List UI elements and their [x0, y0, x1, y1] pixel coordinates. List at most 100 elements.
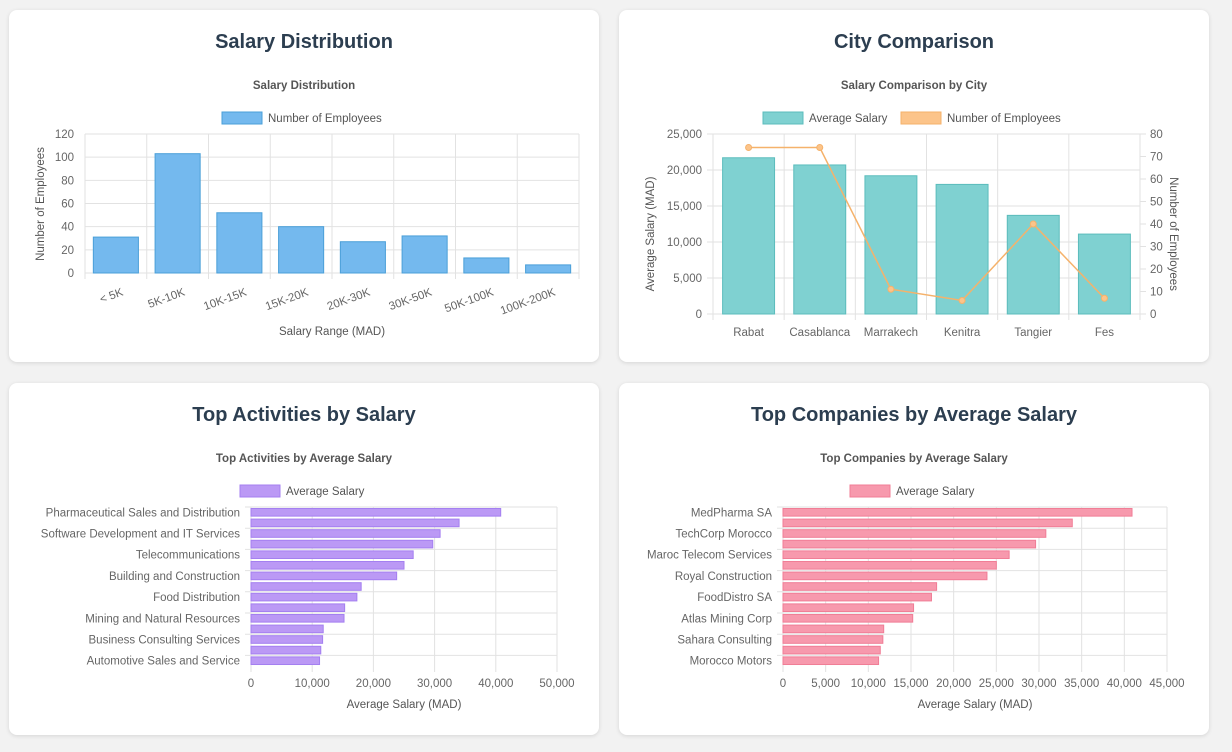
y2-tick-label: 10	[1150, 287, 1163, 299]
bar	[782, 507, 1133, 517]
x-tick-label: 40,000	[478, 678, 513, 690]
chart-legend[interactable]: Average Salary	[239, 484, 365, 498]
bar	[935, 183, 989, 315]
legend-swatch	[849, 484, 891, 498]
line-point	[887, 285, 895, 293]
y2-tick-label: 60	[1150, 174, 1163, 186]
chart-title: Top Activities by Average Salary	[216, 453, 393, 465]
bar	[250, 582, 362, 591]
bar	[216, 212, 263, 274]
y2-tick-label: 0	[1150, 309, 1156, 321]
x-tick-label: Tangier	[1014, 327, 1052, 339]
y-tick-label: 0	[68, 268, 74, 280]
x-tick-label: 35,000	[1064, 678, 1099, 690]
x-tick-label: 30K-50K	[387, 286, 433, 313]
line-point	[1029, 220, 1037, 228]
bar	[250, 645, 322, 655]
top-activities-chart: Top Activities by Average Salary Average…	[41, 453, 575, 711]
y-tick-label: 20,000	[667, 165, 702, 177]
x-tick-label: 15,000	[893, 678, 928, 690]
y-tick-label: 20	[61, 245, 74, 257]
bar	[278, 226, 325, 274]
bar	[782, 582, 938, 591]
chart-legend[interactable]: Number of Employees	[221, 111, 382, 125]
bar	[250, 656, 321, 666]
bar	[250, 529, 441, 538]
bar	[92, 236, 139, 274]
x-tick-label: 30,000	[417, 678, 452, 690]
y-axis-label: Average Salary (MAD)	[645, 176, 657, 291]
x-tick-label: 0	[248, 678, 254, 690]
x-tick-label: 10,000	[295, 678, 330, 690]
bar	[782, 592, 932, 602]
y-tick-label: 25,000	[667, 129, 702, 141]
x-tick-label: 40,000	[1107, 678, 1142, 690]
chart-legend[interactable]: Average Salary	[849, 484, 975, 498]
bar	[250, 592, 358, 602]
x-tick-label: 100K-200K	[499, 286, 557, 317]
y-tick-label: Automotive Sales and Service	[87, 656, 240, 668]
legend-label: Number of Employees	[268, 113, 382, 125]
y2-tick-label: 70	[1150, 152, 1163, 164]
chart-legend[interactable]: Average Salary Number of Employees	[762, 111, 1061, 125]
x-tick-label: 20,000	[936, 678, 971, 690]
bar	[250, 539, 434, 549]
x-tick-label: Rabat	[733, 327, 764, 339]
bar	[782, 539, 1037, 549]
bar	[782, 624, 885, 634]
y-tick-label: 0	[696, 309, 702, 321]
bar	[1006, 214, 1060, 315]
chart-title: Salary Comparison by City	[841, 80, 988, 92]
y-tick-label: Software Development and IT Services	[41, 529, 240, 541]
legend-label-salary: Average Salary	[809, 113, 888, 125]
y-tick-label: Royal Construction	[675, 571, 772, 583]
bar	[864, 175, 918, 315]
y-tick-label: Maroc Telecom Services	[647, 550, 772, 562]
x-tick-label: 20K-30K	[326, 286, 372, 313]
bar	[793, 164, 847, 315]
x-tick-label: Casablanca	[789, 327, 850, 339]
x-tick-label: 50K-100K	[443, 286, 495, 315]
x-tick-label: < 5K	[98, 286, 125, 306]
legend-label: Average Salary	[286, 486, 365, 498]
bar	[782, 560, 997, 570]
y-tick-label: Pharmaceutical Sales and Distribution	[46, 507, 240, 519]
legend-swatch-employees	[900, 111, 942, 125]
y-tick-label: TechCorp Morocco	[675, 529, 772, 541]
x-tick-label: Kenitra	[944, 327, 981, 339]
bar	[250, 507, 502, 517]
legend-swatch	[239, 484, 281, 498]
bar	[782, 603, 915, 613]
y-tick-label: MedPharma SA	[691, 507, 773, 519]
y-tick-label: 80	[61, 175, 74, 187]
x-axis-label: Salary Range (MAD)	[279, 326, 385, 338]
bar	[463, 257, 510, 274]
x-tick-label: 5K-10K	[147, 286, 187, 311]
legend-label: Average Salary	[896, 486, 975, 498]
bar	[782, 635, 884, 644]
y-tick-label: 60	[61, 199, 74, 211]
bar	[250, 560, 405, 570]
y-tick-label: 100	[55, 152, 74, 164]
chart-title: Top Companies by Average Salary	[820, 453, 1008, 465]
line-point	[1100, 294, 1108, 302]
city-comparison-chart: Salary Comparison by City Average Salary…	[645, 80, 1179, 339]
y-tick-label: Mining and Natural Resources	[85, 613, 240, 625]
bar	[722, 157, 776, 315]
x-tick-label: Fes	[1095, 327, 1114, 339]
x-tick-label: 0	[780, 678, 786, 690]
bar	[250, 613, 345, 623]
bar	[525, 264, 572, 274]
x-tick-label: 5,000	[811, 678, 840, 690]
bar	[782, 550, 1010, 560]
y-tick-label: Telecommunications	[136, 550, 240, 562]
y-tick-label: Atlas Mining Corp	[681, 613, 772, 625]
top-activities-card: Top Activities by Salary Top Activities …	[9, 383, 599, 735]
x-axis-label: Average Salary (MAD)	[918, 699, 1033, 711]
bar	[250, 624, 324, 634]
bar	[401, 235, 448, 274]
top-companies-card: Top Companies by Average Salary Top Comp…	[619, 383, 1209, 735]
bar	[339, 241, 386, 274]
y2-tick-label: 20	[1150, 264, 1163, 276]
x-tick-label: Marrakech	[864, 327, 918, 339]
